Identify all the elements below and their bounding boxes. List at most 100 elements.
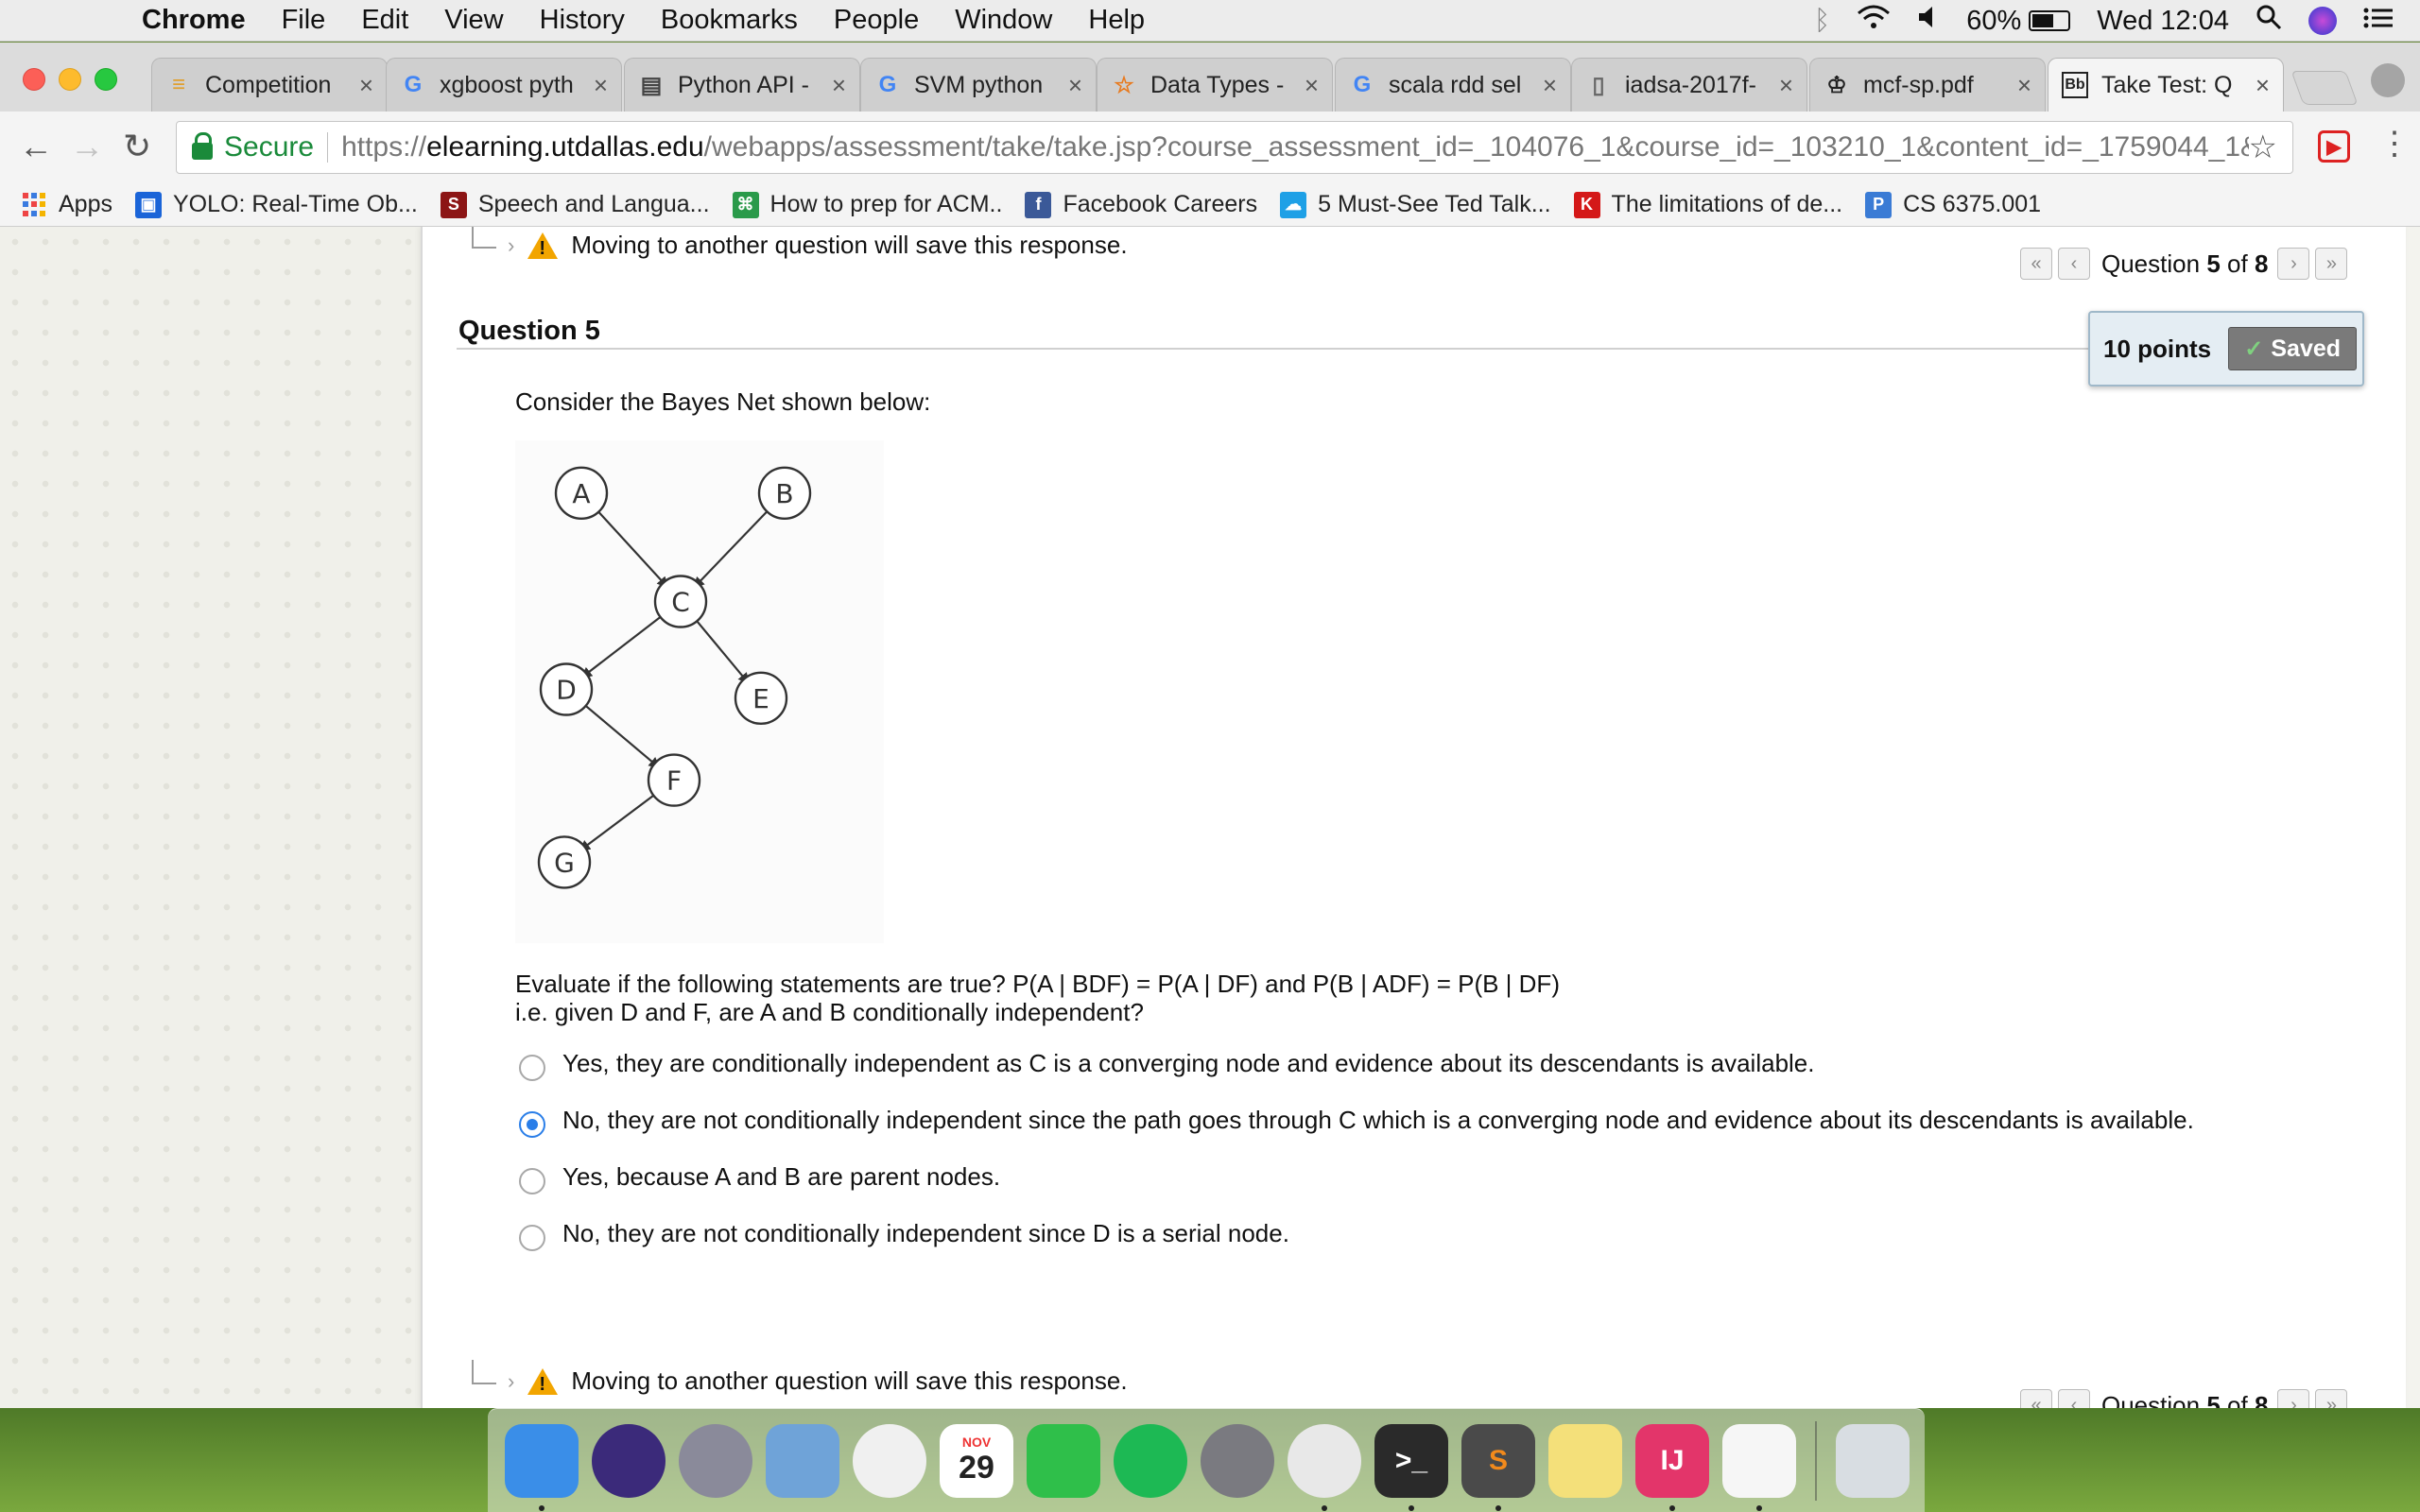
bookmark-item[interactable]: ▣ YOLO: Real-Time Ob... xyxy=(134,191,418,218)
answer-option[interactable]: No, they are not conditionally independe… xyxy=(519,1219,1289,1251)
window-close-button[interactable] xyxy=(23,68,45,91)
radio-button[interactable] xyxy=(519,1167,545,1194)
facetime-icon[interactable] xyxy=(1027,1423,1100,1498)
stickies-icon[interactable] xyxy=(1548,1423,1622,1498)
previous-question-icon[interactable]: ‹ xyxy=(2058,1389,2090,1408)
saved-button[interactable]: ✓ Saved xyxy=(2228,327,2358,370)
next-question-icon[interactable]: › xyxy=(2277,1389,2310,1408)
answer-option[interactable]: Yes, they are conditionally independent … xyxy=(519,1049,1815,1081)
tab-close-icon[interactable]: × xyxy=(359,71,373,100)
wifi-icon[interactable] xyxy=(1857,4,1891,38)
browser-tab[interactable]: Gscala rdd sel × xyxy=(1335,58,1571,112)
answer-option-text: No, they are not conditionally independe… xyxy=(562,1219,1289,1247)
trash-icon[interactable] xyxy=(1836,1423,1910,1498)
next-question-icon[interactable]: › xyxy=(2277,248,2310,280)
system-preferences-icon[interactable] xyxy=(1201,1423,1274,1498)
tab-close-icon[interactable]: × xyxy=(832,71,846,100)
browser-tab[interactable]: ☆ Data Types - × xyxy=(1097,58,1333,112)
launchpad-icon[interactable] xyxy=(679,1423,752,1498)
file-icon: ▯ xyxy=(1592,72,1605,98)
mail-icon[interactable] xyxy=(766,1423,839,1498)
sublime-text-icon[interactable]: S xyxy=(1461,1423,1535,1511)
address-bar[interactable]: Secure https://elearning.utdallas.edu/we… xyxy=(176,121,2293,174)
back-arrow-icon[interactable]: ← xyxy=(19,127,53,166)
photos-icon[interactable] xyxy=(853,1423,926,1498)
spotlight-search-icon[interactable] xyxy=(2256,4,2282,38)
menu-help[interactable]: Help xyxy=(1088,5,1145,36)
intellij-icon[interactable]: IJ xyxy=(1635,1423,1709,1511)
browser-tab[interactable]: Bb Take Test: Q × xyxy=(2048,58,2284,112)
macos-dock: NOV 29 >_ S IJ xyxy=(488,1408,1925,1512)
question-prompt: Consider the Bayes Net shown below: xyxy=(515,387,931,416)
last-question-icon[interactable]: » xyxy=(2315,1389,2348,1408)
menu-history[interactable]: History xyxy=(540,5,625,36)
profile-avatar-icon[interactable] xyxy=(2371,63,2405,97)
chrome-icon[interactable] xyxy=(1288,1423,1361,1511)
browser-tab[interactable]: ≡ Competition × xyxy=(151,58,388,112)
tab-close-icon[interactable]: × xyxy=(2256,71,2270,100)
window-zoom-button[interactable] xyxy=(95,68,117,91)
notification-center-icon[interactable] xyxy=(2363,6,2394,37)
browser-tab[interactable]: ♔ mcf-sp.pdf × xyxy=(1809,58,2046,112)
terminal-icon[interactable]: >_ xyxy=(1374,1423,1448,1511)
question-position-total: 8 xyxy=(2254,249,2269,278)
new-tab-button[interactable] xyxy=(2290,71,2359,105)
siri-icon[interactable] xyxy=(2308,7,2337,35)
siri-icon[interactable] xyxy=(592,1423,666,1498)
bookmark-star-icon[interactable]: ☆ xyxy=(2249,129,2277,166)
menu-people[interactable]: People xyxy=(834,5,919,36)
radio-button-selected[interactable] xyxy=(519,1110,545,1138)
menu-bookmarks[interactable]: Bookmarks xyxy=(661,5,798,36)
browser-tab[interactable]: Gxgboost pyth × xyxy=(386,58,622,112)
extension-icon[interactable]: ▶ xyxy=(2318,130,2350,163)
radio-button[interactable] xyxy=(519,1054,545,1081)
bookmark-item[interactable]: P CS 6375.001 xyxy=(1865,191,2041,218)
answer-option[interactable]: Yes, because A and B are parent nodes. xyxy=(519,1162,1001,1194)
menu-file[interactable]: File xyxy=(282,5,326,36)
reload-icon[interactable]: ↻ xyxy=(123,127,151,166)
url-text[interactable]: https://elearning.utdallas.edu/webapps/a… xyxy=(341,131,2248,163)
browser-tab[interactable]: ▤ Python API - × xyxy=(624,58,860,112)
menu-view[interactable]: View xyxy=(444,5,503,36)
bookmark-item[interactable]: f Facebook Careers xyxy=(1025,191,1257,218)
volume-icon[interactable] xyxy=(1917,5,1940,37)
clock[interactable]: Wed 12:04 xyxy=(2097,6,2229,37)
tab-close-icon[interactable]: × xyxy=(1779,71,1793,100)
menu-edit[interactable]: Edit xyxy=(361,5,408,36)
bookmark-item[interactable]: S Speech and Langua... xyxy=(440,191,710,218)
answer-option-text: Yes, because A and B are parent nodes. xyxy=(562,1162,1001,1191)
window-minimize-button[interactable] xyxy=(59,68,81,91)
last-question-icon[interactable]: » xyxy=(2315,248,2348,280)
first-question-icon[interactable]: « xyxy=(2020,248,2052,280)
browser-tab[interactable]: ▯ iadsa-2017f- × xyxy=(1571,58,1807,112)
battery-indicator[interactable]: 60% xyxy=(1966,6,2071,37)
bluetooth-icon[interactable]: ᛒ xyxy=(1814,6,1830,37)
menu-app-name[interactable]: Chrome xyxy=(142,5,246,36)
finder-icon[interactable] xyxy=(505,1423,579,1511)
bookmark-item[interactable]: K The limitations of de... xyxy=(1573,191,1842,218)
apps-grid-dot xyxy=(31,192,37,198)
first-question-icon[interactable]: « xyxy=(2020,1389,2052,1408)
question-position-current: 5 xyxy=(2206,249,2221,278)
tab-close-icon[interactable]: × xyxy=(1543,71,1557,100)
answer-option[interactable]: No, they are not conditionally independe… xyxy=(519,1106,2194,1138)
bookmark-item[interactable]: ☁ 5 Must-See Ted Talk... xyxy=(1280,191,1551,218)
radio-button[interactable] xyxy=(519,1224,545,1251)
tab-close-icon[interactable]: × xyxy=(2017,71,2031,100)
tab-title: Competition xyxy=(205,71,332,98)
tab-close-icon[interactable]: × xyxy=(1068,71,1082,100)
browser-tab[interactable]: G SVM python × xyxy=(860,58,1097,112)
calendar-icon[interactable]: NOV 29 xyxy=(940,1423,1013,1498)
menu-window[interactable]: Window xyxy=(955,5,1052,36)
tab-close-icon[interactable]: × xyxy=(1305,71,1319,100)
previous-question-icon[interactable]: ‹ xyxy=(2058,248,2090,280)
bookmark-item[interactable]: ⌘ How to prep for ACM.. xyxy=(732,191,1002,218)
checkmark-icon: ✓ xyxy=(2244,335,2264,362)
textedit-icon[interactable] xyxy=(1722,1423,1796,1511)
bookmark-item[interactable]: Apps xyxy=(23,191,112,218)
tab-close-icon[interactable]: × xyxy=(594,71,608,100)
chrome-menu-icon[interactable]: ⋮ xyxy=(2378,125,2411,163)
spotify-icon[interactable] xyxy=(1114,1423,1187,1498)
forward-arrow-icon[interactable]: → xyxy=(70,127,104,166)
bayes-net-diagram: A B C D E F G xyxy=(515,440,884,943)
